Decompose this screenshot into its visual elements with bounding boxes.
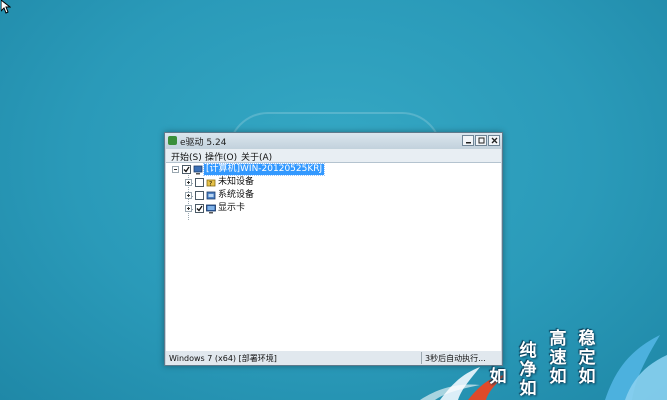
expand-toggle-icon[interactable] [185, 179, 192, 186]
minimize-icon [466, 142, 471, 144]
menu-bar: 开始(S) 操作(O) 关于(A) [166, 149, 501, 163]
expand-toggle-icon[interactable] [185, 192, 192, 199]
unknown-device-icon: ? [206, 178, 216, 188]
system-device-label[interactable]: 系统设备 [218, 190, 254, 201]
computer-icon [193, 165, 203, 175]
slogan-column-stable: 稳定如 [578, 329, 596, 387]
display-card-label[interactable]: 显示卡 [218, 203, 245, 214]
checkmark-icon [196, 205, 203, 212]
checkmark-icon [183, 166, 190, 173]
display-card-checkbox[interactable] [195, 204, 204, 213]
root-checkbox[interactable] [182, 165, 191, 174]
display-card-icon [206, 204, 216, 214]
system-device-icon [206, 191, 216, 201]
wallpaper-leaf-art [420, 335, 667, 400]
unknown-device-label[interactable]: 未知设备 [218, 177, 254, 188]
unknown-device-checkbox[interactable] [195, 178, 204, 187]
window-title: e驱动 5.24 [180, 138, 227, 148]
mouse-cursor-icon [0, 0, 12, 14]
close-icon [491, 137, 498, 144]
system-device-checkbox[interactable] [195, 191, 204, 200]
collapse-toggle-icon[interactable] [172, 166, 179, 173]
slogan-column-pure: 纯净如 [519, 341, 537, 399]
close-button[interactable] [488, 135, 500, 146]
slogan-column-speed: 高速如 [549, 329, 567, 387]
app-icon [168, 136, 177, 145]
title-bar[interactable]: e驱动 5.24 [165, 133, 502, 149]
expand-toggle-icon[interactable] [185, 205, 192, 212]
maximize-button[interactable] [475, 135, 487, 146]
status-os-text: Windows 7 (x64) [部署环境] [169, 354, 277, 363]
slogan-column-fragment: 如 [489, 367, 507, 387]
minimize-button[interactable] [462, 135, 474, 146]
tree-root-label[interactable]: [计算机]WIN-20120525KRJ [202, 163, 326, 176]
svg-text:?: ? [209, 181, 212, 188]
maximize-icon [478, 137, 485, 144]
device-tree[interactable]: [计算机]WIN-20120525KRJ ? 未知设备 系统设备 显示卡 [166, 162, 501, 352]
